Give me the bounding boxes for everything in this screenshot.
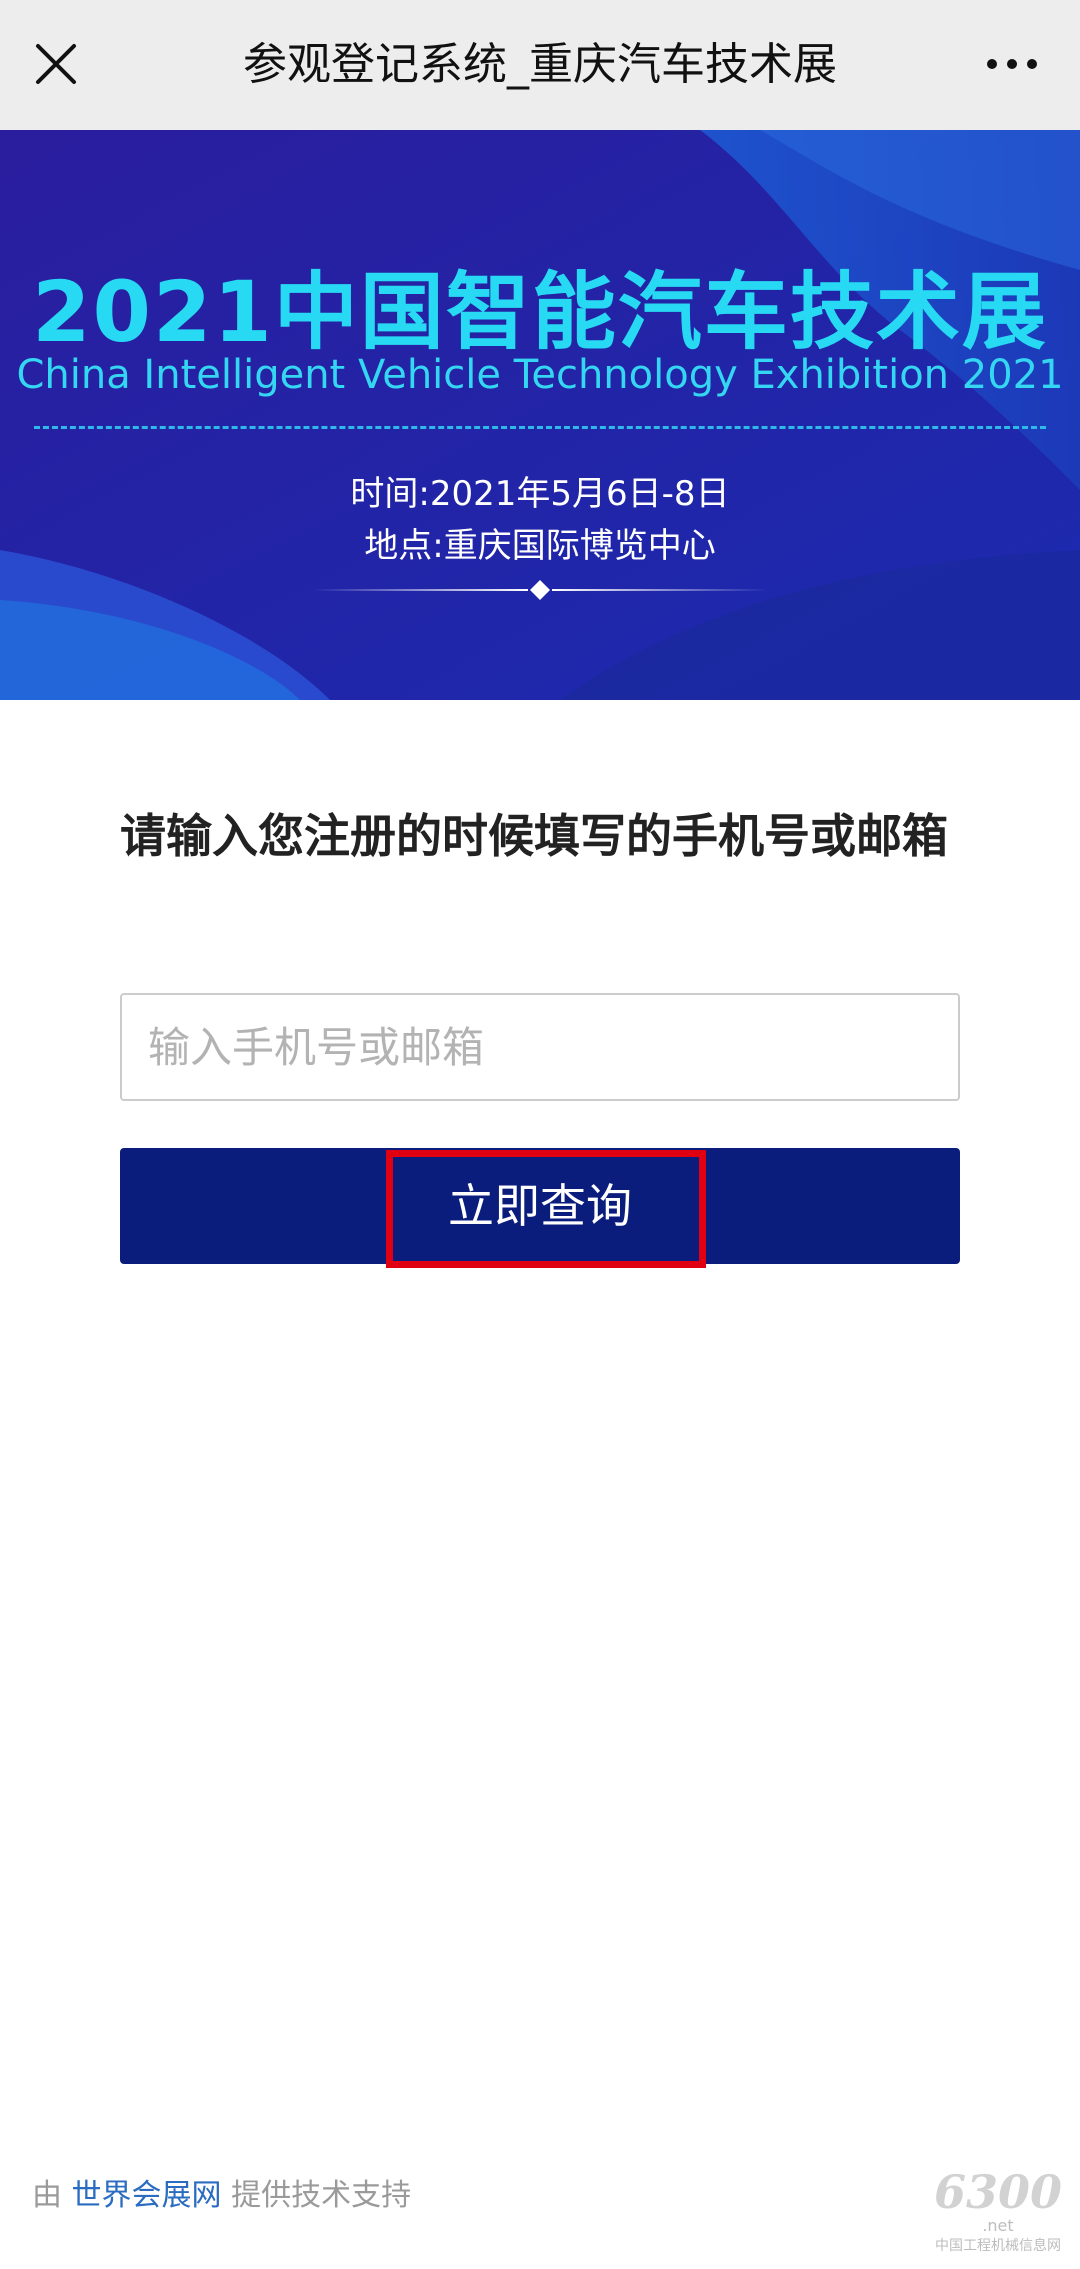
phone-email-input[interactable] xyxy=(122,995,958,1099)
close-button[interactable] xyxy=(20,28,92,100)
event-time: 时间:2021年5月6日-8日 xyxy=(350,474,730,514)
watermark-number: 6300 xyxy=(933,2165,1062,2219)
more-dot xyxy=(1027,59,1037,69)
query-button-label: 立即查询 xyxy=(448,1179,632,1233)
page-title: 参观登记系统_重庆汽车技术展 xyxy=(243,39,837,90)
banner-background xyxy=(0,130,1080,700)
event-location: 地点:重庆国际博览中心 xyxy=(364,526,716,566)
event-banner: 2021中国智能汽车技术展 China Intelligent Vehicle … xyxy=(0,130,1080,700)
query-button[interactable]: 立即查询 xyxy=(120,1148,960,1264)
more-dots-icon xyxy=(987,59,997,69)
footer-link[interactable]: 世界会展网 xyxy=(72,2178,222,2213)
top-navigation-bar: 参观登记系统_重庆汽车技术展 xyxy=(0,0,1080,130)
banner-subtitle: China Intelligent Vehicle Technology Exh… xyxy=(16,352,1064,398)
watermark-logo: 6300 .net 中国工程机械信息网 xyxy=(934,2168,1062,2255)
footer-credit: 由 世界会展网 提供技术支持 xyxy=(32,2170,411,2214)
banner-title: 2021中国智能汽车技术展 xyxy=(32,263,1048,361)
footer-suffix: 提供技术支持 xyxy=(231,2178,412,2213)
more-button[interactable] xyxy=(964,28,1060,100)
watermark-caption: 中国工程机械信息网 xyxy=(934,2238,1061,2254)
footer-prefix: 由 xyxy=(32,2178,62,2213)
banner-divider xyxy=(34,426,1046,429)
page: 参观登记系统_重庆汽车技术展 2021中国智能汽车技术展 China Intel… xyxy=(0,0,1080,2269)
diamond-divider-icon xyxy=(312,580,768,600)
more-dot xyxy=(1007,59,1017,69)
form-prompt: 请输入您注册的时候填写的手机号或邮箱 xyxy=(120,809,948,863)
close-icon xyxy=(36,44,76,84)
phone-email-field[interactable] xyxy=(120,993,960,1101)
